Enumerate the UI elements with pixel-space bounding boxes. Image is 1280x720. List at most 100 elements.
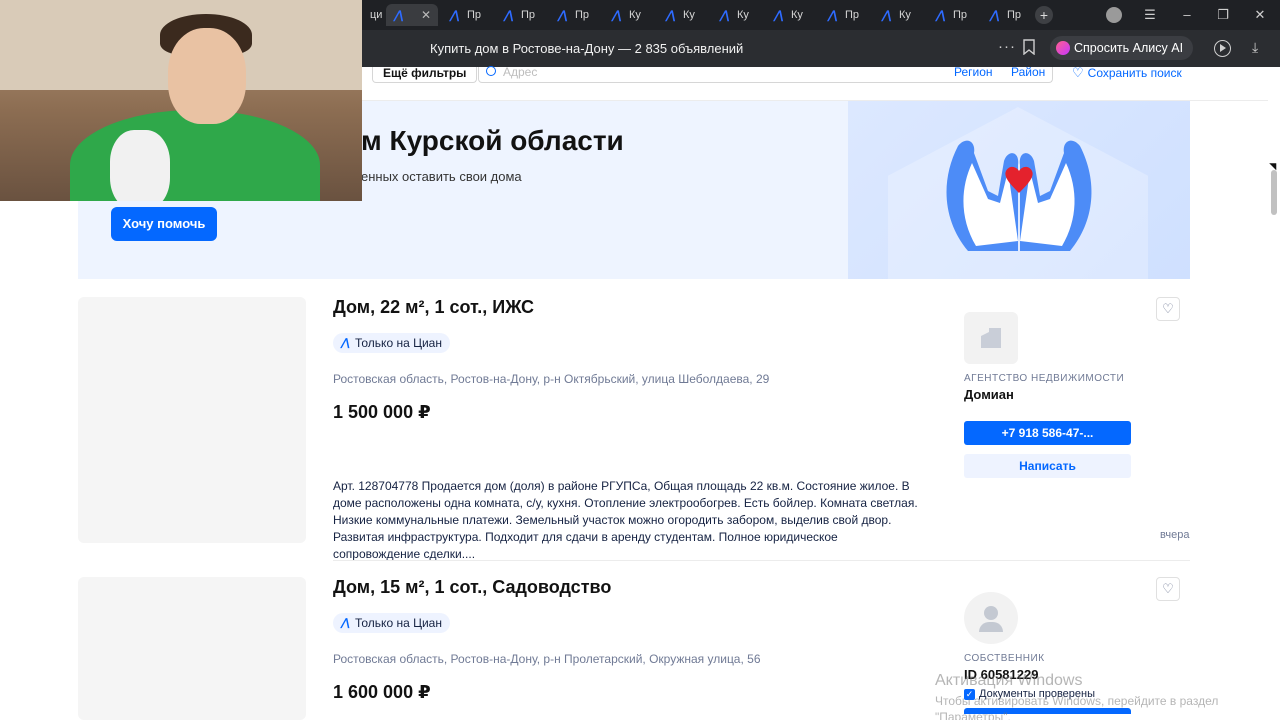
ask-alice-button[interactable]: Спросить Алису AI (1050, 36, 1194, 60)
browser-tab[interactable]: ⋀ Ку (766, 4, 803, 26)
tab-label: Пр (845, 9, 860, 21)
browser-tab[interactable]: ⋀ Пр (982, 4, 1021, 26)
browser-tab[interactable]: ⋀ Пр (820, 4, 859, 26)
listing-date: вчера (1160, 529, 1190, 541)
listing-price: 1 600 000 ₽ (333, 682, 431, 702)
badge-label: Только на Циан (355, 616, 442, 630)
favorite-heart-icon[interactable]: ♡ (1156, 577, 1180, 601)
browser-tab-active[interactable]: ⋀ ✕ (386, 4, 438, 26)
browser-tab[interactable]: ци (362, 4, 382, 26)
search-icon (486, 66, 496, 76)
favorite-heart-icon[interactable]: ♡ (1156, 297, 1180, 321)
browser-tab[interactable]: ⋀ Пр (442, 4, 481, 26)
seller-name[interactable]: Домиан (964, 387, 1014, 402)
webcam-overlay (0, 0, 362, 201)
address-placeholder: Адрес (503, 65, 538, 79)
windows-activation-text: "Параметры". (935, 710, 1011, 720)
tab-label: Пр (521, 9, 536, 21)
minimize-icon[interactable]: – (1179, 7, 1195, 23)
listing-title[interactable]: Дом, 22 м², 1 сот., ИЖС (333, 297, 534, 318)
cian-logo-icon: ⋀ (826, 7, 840, 22)
tab-label: Пр (467, 9, 482, 21)
region-link[interactable]: Регион (954, 66, 993, 78)
hands-heart-icon (946, 140, 1092, 251)
new-tab-button[interactable]: + (1035, 6, 1053, 24)
save-search-link[interactable]: ♡ Сохранить поиск (1072, 65, 1182, 80)
listing-divider (333, 560, 1190, 561)
owner-avatar-icon[interactable] (964, 592, 1018, 644)
tab-label: ци (370, 9, 383, 21)
browser-tab[interactable]: ⋀ Ку (604, 4, 641, 26)
tab-label: Пр (575, 9, 590, 21)
banner-subtitle: енных оставить свои дома (361, 169, 522, 184)
listing-title[interactable]: Дом, 15 м², 1 сот., Садоводство (333, 577, 611, 598)
profile-avatar-icon[interactable] (1106, 7, 1122, 23)
help-button[interactable]: Хочу помочь (111, 207, 217, 241)
cian-logo-icon: ⋀ (772, 7, 786, 22)
write-message-button[interactable]: Написать (964, 454, 1131, 478)
cian-logo-icon: ⋀ (718, 7, 732, 22)
browser-tab[interactable]: ⋀ Ку (658, 4, 695, 26)
filter-bar: Ещё фильтры Адрес Регион Район ♡ Сохранит… (362, 65, 1268, 101)
browser-tab[interactable]: ⋀ Пр (550, 4, 589, 26)
browser-tab[interactable]: ⋀ Ку (712, 4, 749, 26)
show-phone-button[interactable]: +7 918 586-47-... (964, 421, 1131, 445)
windows-activation-text: Чтобы активировать Windows, перейдите в … (935, 694, 1219, 708)
banner-illustration (848, 101, 1190, 279)
download-icon[interactable]: ⤓ (1252, 39, 1258, 56)
page-title[interactable]: Купить дом в Ростове-на-Дону — 2 835 объ… (430, 41, 743, 56)
cian-logo-icon: ⋀ (448, 7, 462, 22)
scrollbar-thumb[interactable] (1271, 170, 1277, 215)
listing-description: Арт. 128704778 Продается дом (доля) в ра… (333, 479, 918, 561)
more-options-icon[interactable]: ··· (998, 38, 1016, 55)
building-icon (981, 328, 1001, 348)
close-window-icon[interactable]: ✕ (1252, 7, 1268, 23)
cian-logo-icon: ⋀ (502, 7, 516, 22)
listing-card[interactable]: Дом, 22 м², 1 сот., ИЖС ⋀ Только на Циан… (78, 297, 1190, 561)
windows-activation-title: Активация Windows (935, 672, 1083, 689)
close-tab-icon[interactable]: ✕ (421, 8, 431, 22)
more-filters-button[interactable]: Ещё фильтры (372, 67, 478, 83)
tab-label: Ку (899, 9, 911, 21)
browser-tab[interactable]: ⋀ Пр (496, 4, 535, 26)
cian-logo-icon: ⋀ (880, 7, 894, 22)
agency-logo[interactable] (964, 312, 1018, 364)
tab-label: Ку (737, 9, 749, 21)
listing-address[interactable]: Ростовская область, Ростов-на-Дону, р-н … (333, 652, 761, 666)
tab-label: Ку (629, 9, 641, 21)
menu-icon[interactable]: ☰ (1142, 7, 1158, 23)
cian-only-badge: ⋀ Только на Циан (333, 333, 450, 353)
webcam-person-face (168, 28, 246, 124)
badge-label: Только на Циан (355, 336, 442, 350)
browser-tab[interactable]: ⋀ Пр (928, 4, 967, 26)
cian-logo-icon: ⋀ (988, 7, 1002, 22)
play-icon[interactable] (1214, 40, 1231, 57)
district-link[interactable]: Район (1011, 66, 1045, 78)
bookmark-icon[interactable] (1022, 39, 1036, 55)
listing-photo[interactable] (78, 297, 306, 543)
cian-logo-icon: ⋀ (610, 7, 624, 22)
cian-only-badge: ⋀ Только на Циан (333, 613, 450, 633)
listing-photo[interactable] (78, 577, 306, 720)
webcam-person-jacket-detail (110, 130, 170, 201)
restore-icon[interactable]: ❐ (1215, 7, 1231, 23)
ask-alice-label: Спросить Алису AI (1074, 41, 1184, 55)
listing-price: 1 500 000 ₽ (333, 402, 431, 422)
cian-logo-icon: ⋀ (339, 337, 352, 349)
banner-title: м Курской области (361, 125, 624, 156)
tab-label: Пр (1007, 9, 1022, 21)
seller-type: СОБСТВЕННИК (964, 653, 1045, 664)
cian-logo-icon: ⋀ (339, 617, 352, 629)
alice-icon (1056, 41, 1070, 55)
webcam-person-jacket (70, 110, 320, 201)
cian-logo-icon: ⋀ (556, 7, 570, 22)
tab-label: Ку (791, 9, 803, 21)
cian-logo-icon: ⋀ (934, 7, 948, 22)
browser-tab[interactable]: ⋀ Ку (874, 4, 911, 26)
cian-logo-icon: ⋀ (664, 7, 678, 22)
heart-icon: ♡ (1072, 65, 1084, 80)
tab-label: Ку (683, 9, 695, 21)
listing-address[interactable]: Ростовская область, Ростов-на-Дону, р-н … (333, 372, 769, 386)
save-search-label: Сохранить поиск (1087, 66, 1182, 80)
tab-label: Пр (953, 9, 968, 21)
